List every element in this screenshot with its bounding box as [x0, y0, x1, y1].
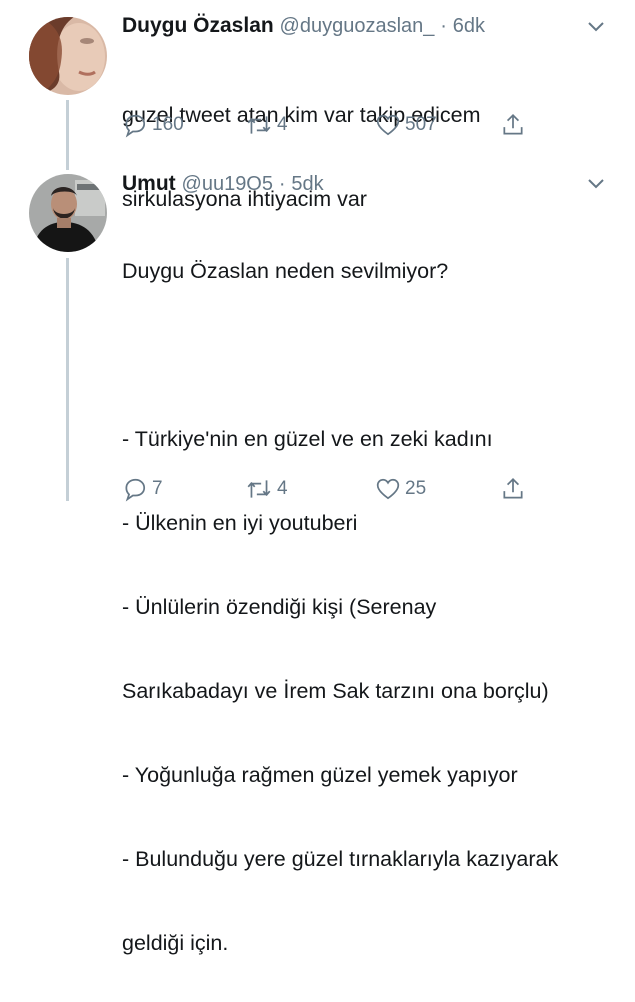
chevron-down-icon[interactable] [587, 178, 605, 190]
separator-dot: · [278, 173, 286, 195]
timestamp[interactable]: 5dk [291, 173, 323, 195]
thread-line-bottom [66, 258, 69, 501]
like-button[interactable]: 507 [375, 112, 437, 138]
share-icon [503, 114, 523, 135]
tweet-header: Duygu Özaslan @duyguozaslan_ · 6dk [122, 14, 485, 38]
avatar-umut[interactable] [29, 174, 107, 252]
avatar-photo [29, 174, 107, 252]
like-button[interactable]: 25 [375, 476, 426, 502]
reply-icon [125, 478, 146, 502]
avatar-photo [29, 17, 107, 95]
tweet-line: geldiği için. [122, 931, 229, 955]
like-count: 25 [405, 478, 427, 499]
author-handle[interactable]: @uu19O5 [182, 173, 273, 195]
reply-button[interactable]: 160 [122, 112, 184, 138]
share-icon [503, 478, 523, 499]
retweet-icon [247, 116, 271, 134]
tweet-line: - Ülkenin en iyi youtuberi [122, 511, 358, 535]
heart-icon [376, 478, 400, 500]
retweet-count: 4 [277, 478, 288, 499]
reply-count: 160 [152, 114, 184, 135]
heart-icon [376, 114, 400, 136]
tweet-line: Sarıkabadayı ve İrem Sak tarzını ona bor… [122, 679, 549, 703]
retweet-button[interactable]: 4 [245, 476, 288, 502]
reply-count: 7 [152, 478, 163, 499]
avatar-duygu[interactable] [29, 17, 107, 95]
tweet-line: - Ünlülerin özendiği kişi (Serenay [122, 595, 437, 619]
retweet-button[interactable]: 4 [245, 112, 288, 138]
tweet-text: Duygu Özaslan neden sevilmiyor? - Türkiy… [122, 201, 558, 1002]
separator-dot: · [440, 15, 447, 37]
thread-line-top [66, 100, 69, 170]
author-name[interactable]: Umut [122, 172, 176, 195]
author-name[interactable]: Duygu Özaslan [122, 14, 274, 37]
tweet-line [122, 341, 558, 369]
tweet-line: Duygu Özaslan neden sevilmiyor? [122, 259, 449, 283]
reply-button[interactable]: 7 [122, 476, 163, 502]
like-count: 507 [405, 114, 437, 135]
tweet-header: Umut @uu19O5 · 5dk [122, 172, 324, 196]
tweet-line: - Bulunduğu yere güzel tırnaklarıyla kaz… [122, 847, 559, 871]
retweet-count: 4 [277, 114, 288, 135]
tweet-line: - Türkiye'nin en güzel ve en zeki kadını [122, 427, 493, 451]
retweet-icon [247, 480, 271, 498]
timestamp[interactable]: 6dk [453, 15, 485, 37]
reply-icon [125, 114, 146, 138]
tweet-line: - Yoğunluğa rağmen güzel yemek yapıyor [122, 763, 518, 787]
author-handle[interactable]: @duyguozaslan_ [280, 15, 435, 37]
share-button[interactable] [500, 112, 530, 138]
share-button[interactable] [500, 476, 530, 502]
chevron-down-icon[interactable] [587, 21, 605, 33]
